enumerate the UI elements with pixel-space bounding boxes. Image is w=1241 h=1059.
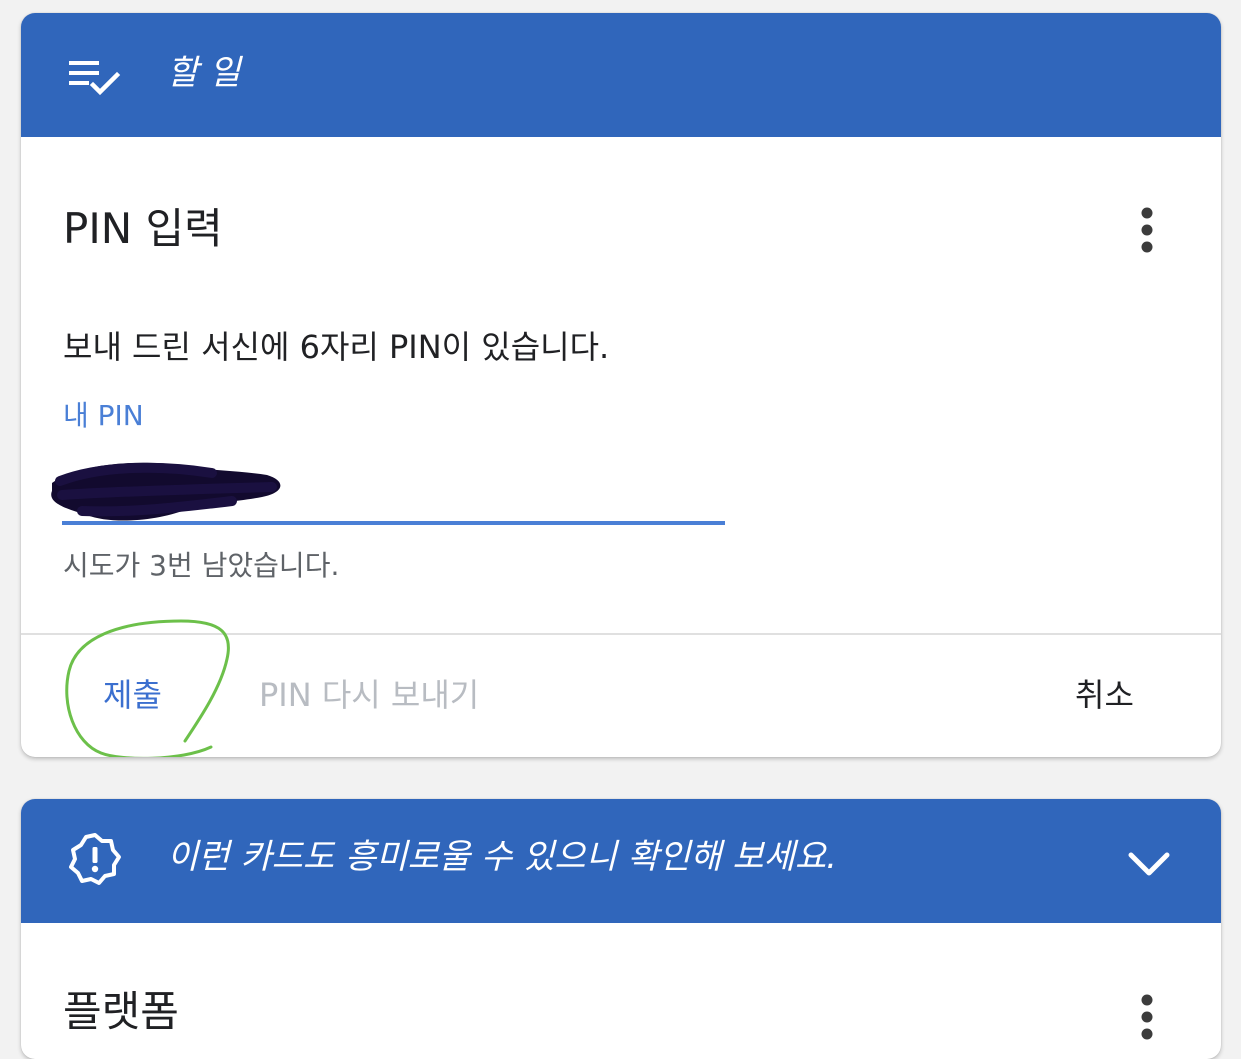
redaction-scribble bbox=[51, 462, 281, 521]
resend-pin-button[interactable]: PIN 다시 보내기 bbox=[259, 673, 479, 717]
suggestion-card-header[interactable]: 이런 카드도 흥미로울 수 있으니 확인해 보세요. bbox=[21, 799, 1221, 923]
suggestion-header-title: 이런 카드도 흥미로울 수 있으니 확인해 보세요. bbox=[167, 837, 837, 877]
more-vert-icon bbox=[1141, 994, 1153, 1040]
playlist-check-icon bbox=[67, 53, 123, 109]
more-vert-icon bbox=[1141, 207, 1153, 253]
cancel-button[interactable]: 취소 bbox=[1075, 673, 1134, 717]
pin-field-label: 내 PIN bbox=[63, 399, 144, 432]
attempts-remaining-text: 시도가 3번 남았습니다. bbox=[63, 549, 340, 582]
pin-input[interactable] bbox=[51, 443, 725, 531]
pin-description: 보내 드린 서신에 6자리 PIN이 있습니다. bbox=[63, 328, 610, 366]
chevron-down-icon bbox=[1128, 852, 1170, 876]
todo-header-title: 할 일 bbox=[167, 53, 241, 93]
todo-card: 할 일 PIN 입력 보내 드린 서신에 6자리 PIN이 있습니다. 내 PI… bbox=[21, 13, 1221, 757]
suggestion-card: 이런 카드도 흥미로울 수 있으니 확인해 보세요. 플랫폼 bbox=[21, 799, 1221, 1059]
todo-card-header: 할 일 bbox=[21, 13, 1221, 137]
alert-badge-icon bbox=[67, 831, 123, 887]
hand-drawn-circle-annotation bbox=[65, 619, 230, 757]
expand-button[interactable] bbox=[1121, 835, 1177, 891]
more-options-button[interactable] bbox=[1123, 198, 1171, 262]
pin-input-underline bbox=[62, 521, 725, 525]
card-title: PIN 입력 bbox=[63, 204, 223, 253]
card-title: 플랫폼 bbox=[63, 987, 179, 1036]
more-options-button[interactable] bbox=[1123, 985, 1171, 1049]
